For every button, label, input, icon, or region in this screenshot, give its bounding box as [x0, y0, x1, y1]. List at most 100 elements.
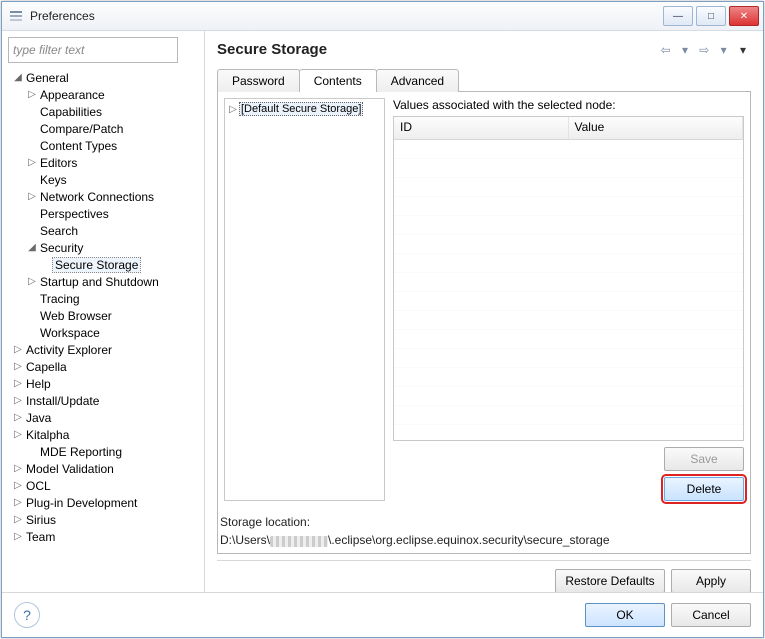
tab-password[interactable]: Password: [217, 69, 300, 92]
tree-item-general[interactable]: ◢General: [8, 69, 198, 86]
tree-item-label: Sirius: [24, 513, 58, 527]
tree-item-label: Capella: [24, 360, 69, 374]
apply-button[interactable]: Apply: [671, 569, 751, 593]
chevron-icon[interactable]: ▷: [26, 89, 38, 100]
tab-contents[interactable]: Contents: [299, 69, 377, 92]
tree-item-capella[interactable]: ▷Capella: [8, 358, 198, 375]
delete-button[interactable]: Delete: [664, 477, 744, 501]
tree-item-keys[interactable]: Keys: [8, 171, 198, 188]
restore-defaults-button[interactable]: Restore Defaults: [555, 569, 665, 593]
chevron-icon[interactable]: ▷: [12, 463, 24, 474]
tree-item-label: Startup and Shutdown: [38, 275, 161, 289]
tree-item-label: Tracing: [38, 292, 82, 306]
sidebar: ◢General▷AppearanceCapabilities Compare/P…: [2, 31, 205, 593]
tree-item-label: Network Connections: [38, 190, 156, 204]
tree-item-help[interactable]: ▷Help: [8, 375, 198, 392]
chevron-right-icon[interactable]: ▷: [227, 104, 239, 115]
minimize-button[interactable]: —: [663, 6, 693, 26]
tree-item-label: Perspectives: [38, 207, 111, 221]
chevron-icon[interactable]: ▷: [12, 514, 24, 525]
tree-item-model-validation[interactable]: ▷Model Validation: [8, 460, 198, 477]
filter-input[interactable]: [8, 37, 178, 63]
tree-item-label: Secure Storage: [52, 257, 141, 273]
tree-item-security[interactable]: ◢Security: [8, 239, 198, 256]
tree-item-java[interactable]: ▷Java: [8, 409, 198, 426]
ok-button[interactable]: OK: [585, 603, 665, 627]
storage-location-path: D:\Users\\.eclipse\org.eclipse.equinox.s…: [220, 533, 748, 547]
chevron-icon[interactable]: ▷: [12, 531, 24, 542]
tree-item-label: Install/Update: [24, 394, 101, 408]
tab-advanced[interactable]: Advanced: [376, 69, 459, 92]
tree-item-tracing[interactable]: Tracing: [8, 290, 198, 307]
tree-item-editors[interactable]: ▷Editors: [8, 154, 198, 171]
chevron-icon[interactable]: ▷: [12, 412, 24, 423]
tree-item-secure-storage[interactable]: Secure Storage: [8, 256, 198, 273]
column-value[interactable]: Value: [569, 117, 744, 139]
tree-item-activity-explorer[interactable]: ▷Activity Explorer: [8, 341, 198, 358]
save-button[interactable]: Save: [664, 447, 744, 471]
values-label: Values associated with the selected node…: [393, 98, 744, 112]
redacted-username: [270, 536, 328, 547]
preference-tree[interactable]: ◢General▷AppearanceCapabilities Compare/P…: [8, 69, 198, 587]
tree-item-label: Compare/Patch: [38, 122, 125, 136]
cancel-button[interactable]: Cancel: [671, 603, 751, 627]
chevron-icon[interactable]: ▷: [26, 191, 38, 202]
close-button[interactable]: ✕: [729, 6, 759, 26]
column-id[interactable]: ID: [394, 117, 569, 139]
tree-item-perspectives[interactable]: Perspectives: [8, 205, 198, 222]
tree-item-network-connections[interactable]: ▷Network Connections: [8, 188, 198, 205]
tree-item-label: Web Browser: [38, 309, 114, 323]
storage-tree[interactable]: ▷ [Default Secure Storage]: [224, 98, 385, 501]
tree-item-label: Team: [24, 530, 57, 544]
tree-item-ocl[interactable]: ▷OCL: [8, 477, 198, 494]
content-area: Secure Storage ⇦ ▾ ⇨ ▾ ▾ PasswordContent…: [205, 31, 763, 593]
chevron-icon[interactable]: ▷: [12, 480, 24, 491]
chevron-icon[interactable]: ▷: [12, 361, 24, 372]
window-title: Preferences: [30, 9, 663, 23]
footer: ? OK Cancel: [2, 592, 763, 637]
chevron-icon[interactable]: ▷: [26, 157, 38, 168]
forward-icon[interactable]: ⇨: [696, 43, 712, 57]
chevron-icon[interactable]: ◢: [26, 242, 38, 253]
back-icon[interactable]: ⇦: [658, 43, 674, 57]
chevron-icon[interactable]: ▷: [12, 497, 24, 508]
tree-item-search[interactable]: Search: [8, 222, 198, 239]
tree-item-capabilities[interactable]: Capabilities: [8, 103, 198, 120]
forward-menu-icon[interactable]: ▾: [716, 43, 732, 57]
tree-item-appearance[interactable]: ▷Appearance: [8, 86, 198, 103]
chevron-icon[interactable]: ▷: [12, 395, 24, 406]
tree-item-startup-and-shutdown[interactable]: ▷Startup and Shutdown: [8, 273, 198, 290]
tree-item-label: Kitalpha: [24, 428, 71, 442]
chevron-icon[interactable]: ▷: [26, 276, 38, 287]
tree-item-web-browser[interactable]: Web Browser: [8, 307, 198, 324]
values-table-body: [394, 140, 743, 440]
back-menu-icon[interactable]: ▾: [677, 43, 693, 57]
storage-location-label: Storage location:: [220, 515, 748, 529]
tree-item-label: Java: [24, 411, 53, 425]
tree-item-compare-patch[interactable]: Compare/Patch: [8, 120, 198, 137]
tree-item-mde-reporting[interactable]: MDE Reporting: [8, 443, 198, 460]
tree-item-content-types[interactable]: Content Types: [8, 137, 198, 154]
help-icon[interactable]: ?: [14, 602, 40, 628]
tree-item-team[interactable]: ▷Team: [8, 528, 198, 545]
chevron-icon[interactable]: ▷: [12, 378, 24, 389]
titlebar[interactable]: Preferences — □ ✕: [2, 2, 763, 31]
tree-item-plug-in-development[interactable]: ▷Plug-in Development: [8, 494, 198, 511]
tree-item-label: Editors: [38, 156, 79, 170]
tree-item-label: Keys: [38, 173, 69, 187]
tab-contents: ▷ [Default Secure Storage] Values associ…: [217, 91, 751, 554]
storage-tree-root[interactable]: [Default Secure Storage]: [239, 102, 363, 116]
chevron-icon[interactable]: ▷: [12, 344, 24, 355]
chevron-icon[interactable]: ▷: [12, 429, 24, 440]
tree-item-kitalpha[interactable]: ▷Kitalpha: [8, 426, 198, 443]
chevron-icon[interactable]: ◢: [12, 72, 24, 83]
view-menu-icon[interactable]: ▾: [735, 43, 751, 57]
tree-item-workspace[interactable]: Workspace: [8, 324, 198, 341]
tree-item-install-update[interactable]: ▷Install/Update: [8, 392, 198, 409]
tree-item-label: Workspace: [38, 326, 102, 340]
page-title: Secure Storage: [217, 41, 658, 58]
preferences-window: Preferences — □ ✕ ◢General▷AppearanceCap…: [1, 1, 764, 638]
tree-item-sirius[interactable]: ▷Sirius: [8, 511, 198, 528]
maximize-button[interactable]: □: [696, 6, 726, 26]
tree-item-label: Search: [38, 224, 80, 238]
